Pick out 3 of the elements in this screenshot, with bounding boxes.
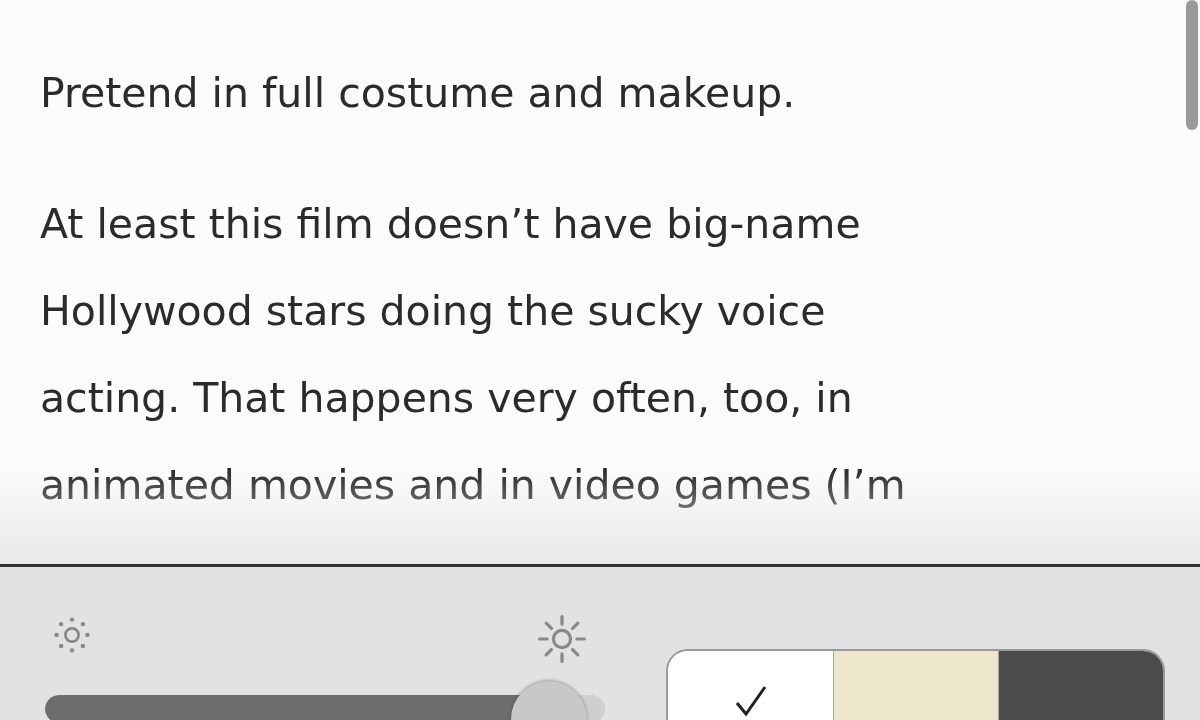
scrollbar[interactable] <box>1186 0 1198 130</box>
article-paragraph: Pretend in full costume and makeup. <box>40 68 797 119</box>
article-paragraph: At least this film doesn’t have big-name Hollywood stars doing the sucky voice acting. That happens very often, too, in animated movies and in video games (I’m <box>40 199 907 511</box>
